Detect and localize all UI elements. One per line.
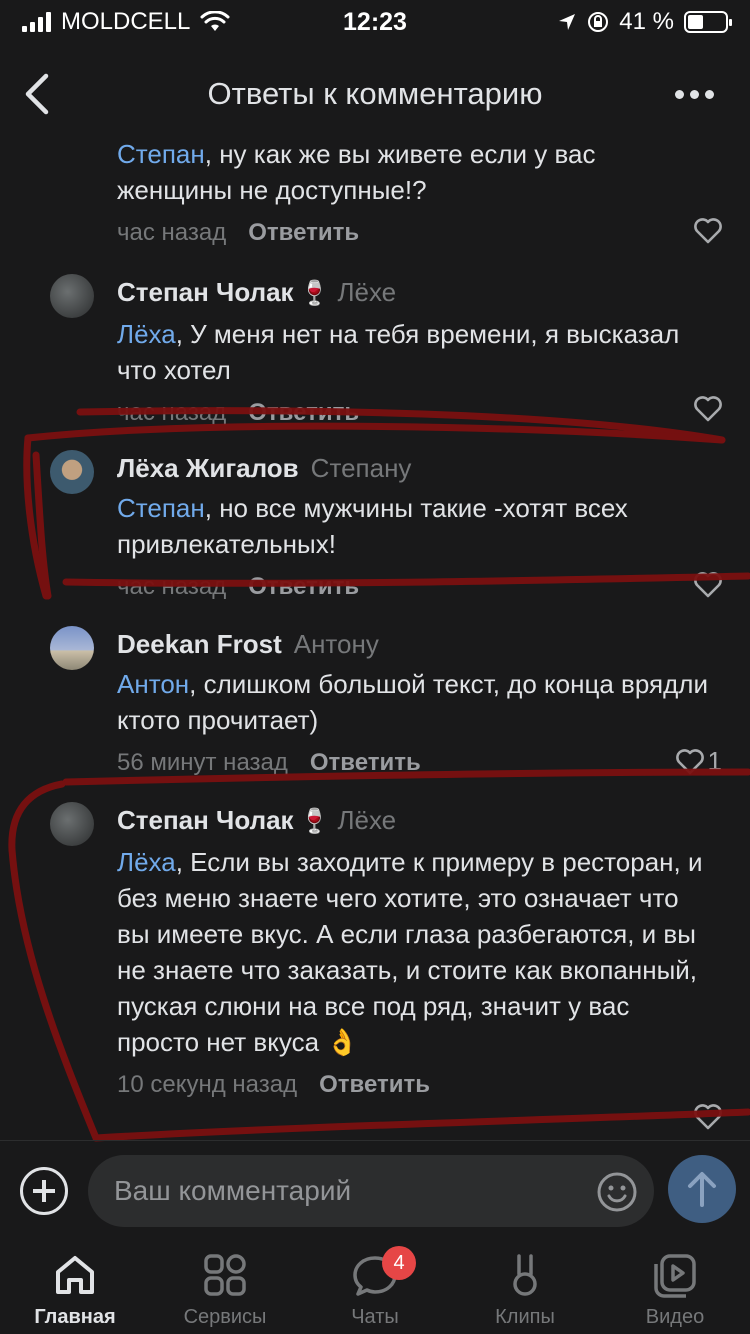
battery-icon [684,11,732,33]
reply-button[interactable]: Ответить [248,399,359,426]
wine-glass-icon: 🍷 [299,808,330,835]
home-icon [56,1256,94,1294]
like-button[interactable] [694,572,722,598]
mention-link[interactable]: Лёха [117,847,176,877]
tab-home[interactable]: Главная [0,1244,150,1334]
author-name[interactable]: Deekan Frost [117,629,282,659]
author-name[interactable]: Степан Чолак [117,277,294,307]
reply-to[interactable]: Антону [294,629,379,659]
comment-meta: час назад Ответить [117,396,710,430]
tab-label: Видео [645,1306,705,1328]
battery-fill [688,15,703,29]
comment-text: Лёха, У меня нет на тебя времени, я выск… [117,319,680,385]
heart-icon [694,396,722,422]
reply-button[interactable]: Ответить [248,219,359,246]
comment-meta: час назад Ответить [117,570,710,604]
video-icon [654,1254,696,1298]
heart-icon [694,572,722,598]
comment-time: час назад [117,219,227,246]
heart-icon [694,218,722,244]
comment-header: Степан Чолак 🍷 Лёхе [117,274,710,312]
mention-link[interactable]: Степан [117,139,205,169]
reply-button[interactable]: Ответить [248,573,359,600]
status-bar: MOLDCELL 12:23 41 % [0,0,750,44]
status-left: MOLDCELL [22,8,282,36]
comment-time: 56 минут назад [117,749,288,776]
wifi-icon [200,11,230,31]
tab-label: Клипы [495,1306,555,1328]
carrier-name: MOLDCELL [61,8,191,35]
avatar[interactable] [50,802,94,846]
tab-label: Сервисы [183,1306,267,1328]
comment-input[interactable]: Ваш комментарий [88,1155,654,1227]
header: Ответы к комментарию [0,50,750,138]
tab-clips[interactable]: Клипы [450,1244,600,1334]
signal-icon [22,12,51,32]
comment-body: Deekan Frost Антону Антон, слишком большо… [117,626,710,780]
author-name[interactable]: Лёха Жигалов [117,453,299,483]
heart-icon [675,748,704,774]
tab-bar: Главная Сервисы Чаты 4 Клипы Видео [0,1244,750,1334]
add-attachment-icon[interactable] [20,1167,68,1215]
comment-body: Степан, ну как же вы живете если у вас ж… [117,136,710,250]
comment-body: Степан Чолак 🍷 Лёхе Лёха, У меня нет на те… [117,274,710,430]
battery-percent: 41 % [619,8,674,35]
rotation-lock-icon [588,12,609,32]
comments-list[interactable]: Степан, ну как же вы живете если у вас ж… [0,130,750,1140]
mention-link[interactable]: Антон [117,669,189,699]
like-button[interactable]: 1 [675,746,722,777]
comment-time: 10 секунд назад [117,1071,298,1098]
arrow-up-icon [688,1172,716,1207]
page-title: Ответы к комментарию [207,76,543,111]
tab-label: Чаты [351,1306,399,1328]
location-arrow-icon [559,14,576,30]
services-icon [204,1254,246,1296]
emoji-icon[interactable] [596,1171,638,1213]
comment-header: Степан Чолак 🍷 Лёхе [117,802,710,840]
tab-services[interactable]: Сервисы [150,1244,300,1334]
like-button[interactable] [694,1104,722,1130]
comment-input-bar: Ваш комментарий [0,1140,750,1240]
author-name[interactable]: Степан Чолак [117,805,294,835]
comment-meta: час назад Ответить [117,216,710,250]
wine-glass-icon: 🍷 [299,280,330,307]
comment-meta: 56 минут назад Ответить [117,746,710,780]
more-horizontal-icon[interactable] [675,90,714,99]
like-button[interactable] [694,218,722,244]
reply-to[interactable]: Степану [311,453,412,483]
comment-text: Антон, слишком большой текст, до конца в… [117,669,708,735]
comment-text: Лёха, Если вы заходите к примеру в ресто… [117,847,703,1057]
comment-header: Лёха Жигалов Степану [117,450,710,486]
mention-link[interactable]: Лёха [117,319,176,349]
reply-to[interactable]: Лёхе [337,805,396,835]
status-right: 41 % [468,8,732,36]
tab-label: Главная [34,1306,116,1328]
mention-link[interactable]: Степан [117,493,205,523]
comment-header: Deekan Frost Антону [117,626,710,662]
input-placeholder: Ваш комментарий [114,1175,352,1206]
avatar[interactable] [50,274,94,318]
heart-icon [694,1104,722,1130]
clips-icon [513,1254,537,1296]
comment-text: Степан, но все мужчины такие -хотят всех… [117,493,628,559]
reply-to[interactable]: Лёхе [337,277,396,307]
tab-video[interactable]: Видео [600,1244,750,1334]
reply-button[interactable]: Ответить [310,749,421,776]
like-button[interactable] [694,396,722,422]
avatar[interactable] [50,626,94,670]
comment-body: Степан Чолак 🍷 Лёхе Лёха, Если вы заходите… [117,802,710,1102]
send-button[interactable] [668,1155,736,1223]
reply-button[interactable]: Ответить [319,1071,430,1098]
comment-text: Степан, ну как же вы живете если у вас ж… [117,139,596,205]
chevron-left-icon[interactable] [18,70,58,118]
unread-badge: 4 [382,1246,416,1280]
comment-time: час назад [117,573,227,600]
comment-body: Лёха Жигалов Степану Степан, но все мужчи… [117,450,710,604]
like-count: 1 [707,746,722,776]
comment-meta: 10 секунд назад Ответить [117,1068,710,1102]
avatar[interactable] [50,450,94,494]
comment-time: час назад [117,399,227,426]
tab-chats[interactable]: Чаты 4 [300,1244,450,1334]
clock: 12:23 [343,7,407,36]
